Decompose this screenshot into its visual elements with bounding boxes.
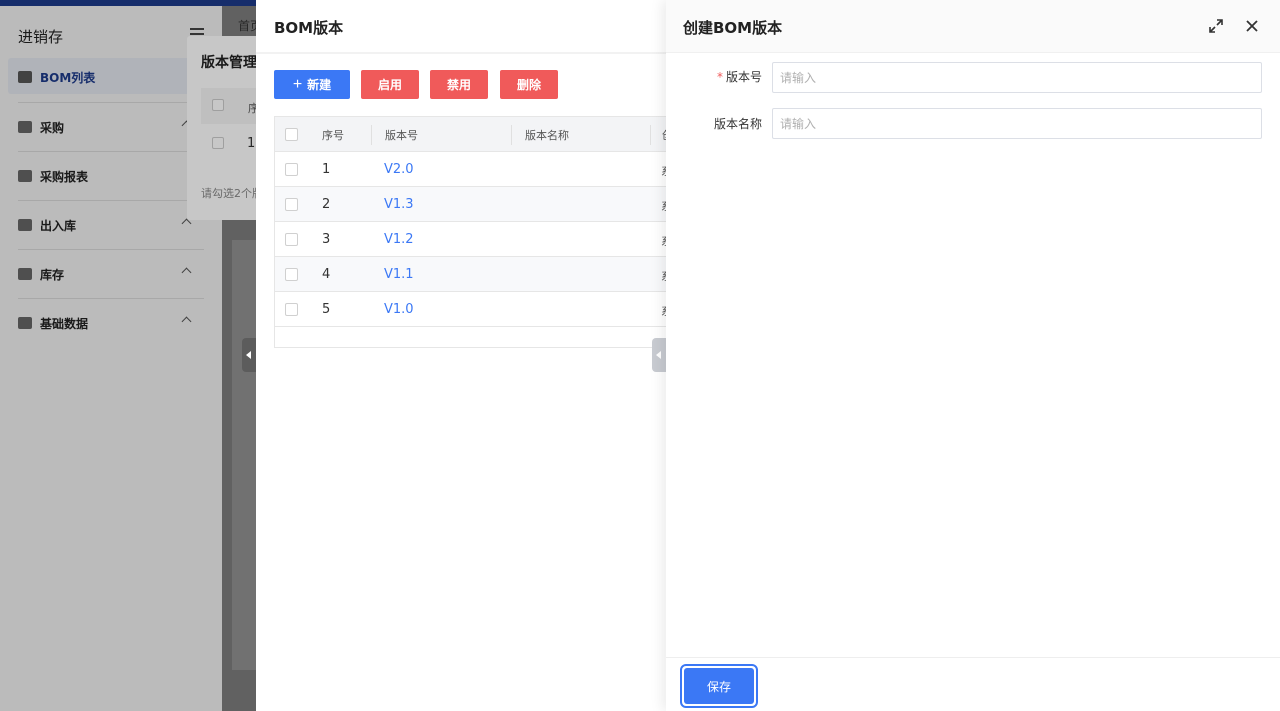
row-checkbox[interactable]	[285, 198, 298, 211]
divider	[256, 52, 668, 54]
row-checkbox[interactable]	[285, 268, 298, 281]
new-button[interactable]: + 新建	[274, 70, 350, 99]
version-link[interactable]: V1.2	[384, 232, 414, 247]
column-header-version: 版本号	[385, 128, 418, 142]
version-no-input[interactable]	[772, 62, 1262, 93]
enable-button[interactable]: 启用	[361, 70, 419, 99]
row-checkbox[interactable]	[285, 233, 298, 246]
row-checkbox[interactable]	[285, 163, 298, 176]
collapse-left-icon[interactable]	[242, 338, 256, 372]
collapse-left-icon[interactable]	[652, 338, 666, 372]
version-name-label: 版本名称	[666, 115, 762, 135]
row-checkbox[interactable]	[285, 303, 298, 316]
version-link[interactable]: V1.1	[384, 267, 414, 282]
column-divider	[371, 125, 372, 145]
field-label: 版本名称	[713, 117, 762, 131]
field-label: 版本号	[725, 70, 762, 84]
delete-button[interactable]: 删除	[500, 70, 558, 99]
table-row[interactable]: 4 V1.1 系	[275, 257, 668, 292]
save-button[interactable]: 保存	[684, 668, 754, 704]
table-row[interactable]: 5 V1.0 系	[275, 292, 668, 327]
disable-button[interactable]: 禁用	[430, 70, 488, 99]
drawer-footer: 保存	[666, 657, 1280, 711]
close-icon[interactable]	[1244, 18, 1260, 34]
row-index: 3	[322, 232, 331, 247]
create-bom-version-drawer: 创建BOM版本 *版本号 版本名称 保存	[666, 0, 1280, 711]
row-index: 4	[322, 267, 331, 282]
version-link[interactable]: V1.0	[384, 302, 414, 317]
version-link[interactable]: V2.0	[384, 162, 414, 177]
drawer-title: BOM版本	[274, 19, 344, 37]
new-button-label: 新建	[307, 78, 332, 92]
expand-icon[interactable]	[1209, 19, 1223, 33]
column-divider	[511, 125, 512, 145]
row-index: 5	[322, 302, 331, 317]
select-all-checkbox[interactable]	[285, 128, 298, 141]
drawer-header: 创建BOM版本	[666, 0, 1280, 53]
plus-icon: +	[292, 75, 303, 93]
table-header: 序号 版本号 版本名称 创	[275, 117, 668, 152]
table-row[interactable]: 2 V1.3 系	[275, 187, 668, 222]
column-header-index: 序号	[322, 128, 344, 142]
drawer-title: 创建BOM版本	[683, 19, 783, 37]
required-mark: *	[716, 70, 723, 84]
row-index: 2	[322, 197, 331, 212]
table-row[interactable]: 3 V1.2 系	[275, 222, 668, 257]
version-table: 序号 版本号 版本名称 创 1 V2.0 系 2 V1.3 系 3 V1.2 系	[274, 116, 668, 348]
bom-version-drawer: BOM版本 + 新建 启用 禁用 删除 序号 版本号 版本名称 创 1 V2.0…	[256, 0, 668, 711]
column-divider	[650, 125, 651, 145]
table-row[interactable]: 1 V2.0 系	[275, 152, 668, 187]
version-link[interactable]: V1.3	[384, 197, 414, 212]
version-name-input[interactable]	[772, 108, 1262, 139]
column-header-name: 版本名称	[525, 128, 569, 142]
save-button-focus-ring: 保存	[680, 664, 758, 708]
row-index: 1	[322, 162, 331, 177]
version-no-label: * 版本号	[666, 68, 762, 88]
